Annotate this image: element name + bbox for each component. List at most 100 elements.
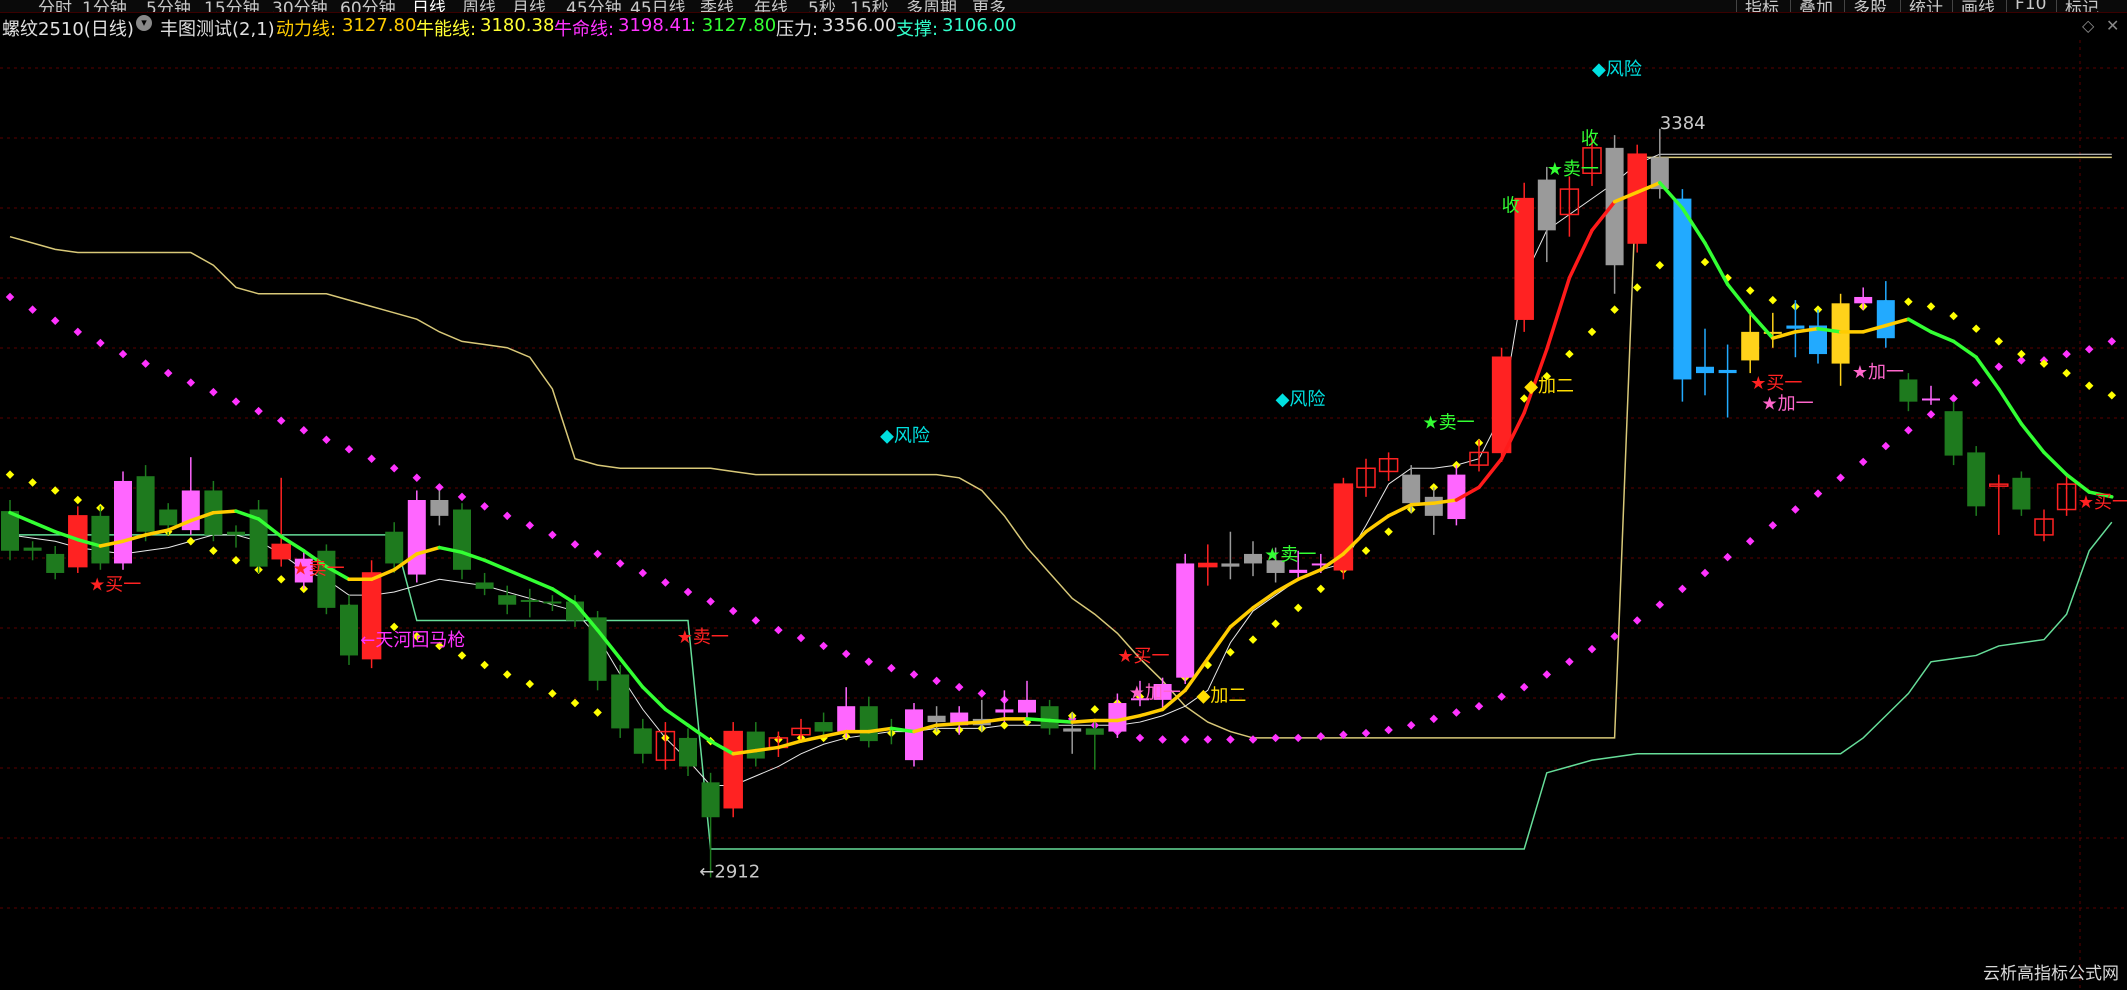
- candle-body: [114, 480, 132, 564]
- niuming-dot: [186, 378, 196, 387]
- chart-annotation: ★买一: [1117, 646, 1169, 667]
- dongli-line-segment: [1251, 590, 1278, 610]
- candle-body: [1176, 563, 1195, 678]
- niuneng-dot: [1248, 635, 1258, 644]
- niuming-dot: [548, 530, 557, 540]
- chart-annotation: ◆加二: [1524, 376, 1574, 397]
- niuming-dot: [525, 521, 535, 530]
- dongli-line-segment: [776, 739, 803, 750]
- chart-annotation: 收: [1581, 129, 1599, 150]
- candle-body: [227, 531, 245, 535]
- niuming-dot: [570, 540, 580, 549]
- niuming-dot: [1904, 425, 1913, 435]
- kline-chart[interactable]: ◆风险◆风险◆风险←天河回马枪←29123384★买一★卖一★卖一★买一★加一 ◆…: [0, 0, 2127, 990]
- candle-body: [1696, 366, 1714, 374]
- niuneng-dot: [457, 651, 467, 660]
- dongli-line-segment: [550, 587, 577, 605]
- chart-annotation: ★买一: [89, 574, 141, 595]
- dongli-line-segment: [1273, 577, 1300, 594]
- niuming-dot: [1226, 735, 1235, 744]
- niuneng-dot: [1293, 603, 1303, 613]
- niuming-dot: [1700, 568, 1710, 578]
- candle-body: [995, 709, 1014, 713]
- candle-body: [1108, 703, 1127, 732]
- candle-body: [1402, 474, 1421, 504]
- niuming-dot: [954, 682, 964, 692]
- candle-body: [1221, 563, 1240, 567]
- candle-body: [1876, 300, 1895, 339]
- niuming-dot: [1678, 584, 1687, 594]
- niuming-dot: [412, 473, 422, 483]
- dongli-line-segment: [1725, 282, 1752, 315]
- dongli-line-segment: [1477, 457, 1504, 490]
- niuneng-dot: [1768, 295, 1778, 305]
- candle-body: [1922, 398, 1940, 401]
- dongli-line-segment: [211, 509, 238, 515]
- chart-annotation: ◆风险: [880, 425, 930, 446]
- niuming-dot: [96, 338, 105, 348]
- diamond-icon[interactable]: ◇: [2082, 16, 2094, 35]
- niuming-dot: [774, 625, 783, 635]
- candle-body: [905, 709, 923, 761]
- dongli-line-segment: [1658, 181, 1685, 210]
- dongli-line-segment: [1025, 717, 1052, 723]
- dongli-line-segment: [482, 558, 509, 572]
- niuming-dot: [1655, 600, 1665, 609]
- niuneng-dot: [548, 689, 557, 698]
- niuneng-dot: [570, 698, 580, 708]
- niuming-dot: [796, 633, 806, 643]
- niuming-dot: [1610, 632, 1619, 641]
- niuming-dot: [254, 406, 263, 416]
- niuming-dot: [1452, 708, 1461, 717]
- niuming-dot: [1158, 735, 1167, 744]
- candle-body: [633, 728, 652, 754]
- chart-annotation: ★卖一: [1264, 544, 1316, 565]
- chart-annotation: 收: [1502, 195, 1520, 216]
- niuming-dot: [2062, 349, 2071, 359]
- niuneng-dot: [593, 708, 602, 717]
- candle-body: [430, 500, 449, 516]
- candle-body: [407, 500, 426, 575]
- niuming-dot: [1926, 410, 1936, 419]
- niuming-dot: [28, 305, 37, 314]
- dongli-line-segment: [2019, 422, 2046, 455]
- candle-body: [340, 604, 358, 656]
- niuming-dot: [389, 464, 399, 473]
- niuming-dot: [480, 502, 489, 511]
- candle-body: [611, 674, 630, 729]
- candle-body: [1854, 296, 1873, 304]
- niuneng-dot: [1926, 302, 1936, 311]
- candle-body: [1537, 179, 1556, 231]
- niuming-dot: [231, 397, 241, 406]
- niuneng-dot: [1745, 286, 1755, 295]
- dongli-line-segment: [505, 568, 532, 582]
- niuming-dot: [1971, 378, 1981, 387]
- niuming-dot: [661, 578, 670, 587]
- candle-body: [1063, 728, 1082, 732]
- chart-annotation: ←2912: [699, 862, 760, 883]
- chart-annotation: ★买一: [2078, 492, 2127, 513]
- niuming-dot: [1565, 657, 1574, 667]
- niuming-dot: [728, 606, 738, 616]
- candle-body: [723, 730, 743, 809]
- niuming-dot: [1632, 616, 1642, 625]
- niuming-dot: [1497, 692, 1506, 701]
- niuneng-dot: [276, 575, 286, 584]
- niuming-dot: [909, 670, 919, 679]
- niuneng-dot: [1271, 619, 1280, 628]
- candle-body: [2012, 477, 2031, 510]
- niuneng-dot: [2107, 391, 2117, 400]
- niuneng-dot: [525, 679, 535, 689]
- chart-annotation: ★加一: [1129, 682, 1181, 703]
- niuming-dot: [5, 292, 15, 302]
- niuneng-dot: [1090, 705, 1100, 714]
- niuming-dot: [118, 349, 128, 359]
- dongli-line-segment: [799, 734, 826, 743]
- niuming-dot: [1474, 701, 1484, 711]
- dongli-line-segment: [1929, 330, 1956, 344]
- niuming-dot: [706, 597, 715, 606]
- close-icon[interactable]: ✕: [2106, 16, 2119, 35]
- niuming-dot: [1135, 733, 1145, 743]
- niuming-dot: [1180, 735, 1190, 744]
- candle-body: [588, 617, 607, 681]
